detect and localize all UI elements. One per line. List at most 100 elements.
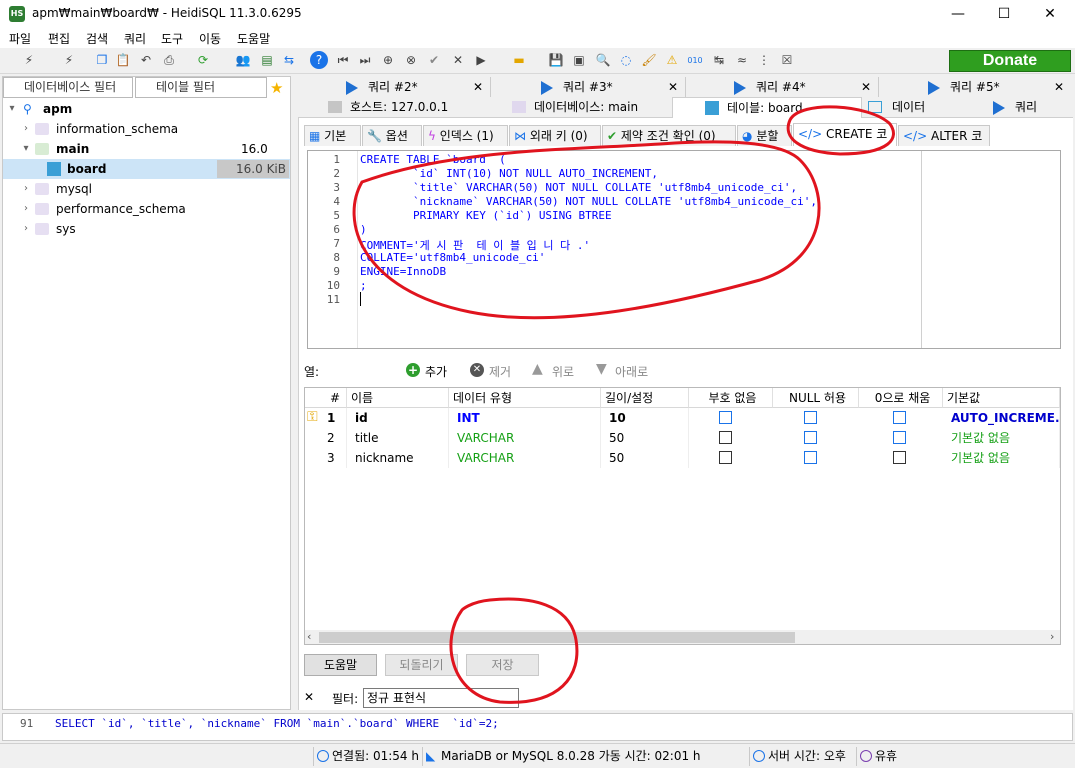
scroll-left-icon[interactable]: ‹ [307, 630, 311, 643]
find-icon[interactable]: 🔍 [594, 51, 612, 69]
tree-node-apm[interactable]: ▾ ⚲ apm [3, 99, 290, 119]
tab-query-3[interactable]: 쿼리 #3* ✕ [541, 77, 686, 98]
column-name[interactable]: id [351, 408, 449, 428]
menu-go[interactable]: 이동 [199, 30, 221, 47]
minimize-button[interactable]: — [935, 0, 981, 28]
unsigned-checkbox[interactable] [719, 411, 732, 424]
tab-query-2[interactable]: 쿼리 #2* ✕ [346, 77, 491, 98]
save-as-icon[interactable]: ▣ [570, 51, 588, 69]
column-type[interactable]: INT [453, 408, 601, 428]
wrap-icon[interactable]: ↹ [710, 51, 728, 69]
tab-check-constraints[interactable]: ✔ 제약 조건 확인 (0) [602, 125, 736, 146]
close-tab-icon[interactable]: ✕ [1054, 77, 1064, 98]
horizontal-scrollbar[interactable]: ‹ › [305, 630, 1060, 644]
cancel-icon[interactable]: ✕ [449, 51, 467, 69]
maximize-button[interactable]: ☐ [981, 0, 1027, 28]
column-default[interactable]: 기본값 없음 [947, 428, 1060, 448]
table-row[interactable]: 3 nickname VARCHAR 50 기본값 없음 [305, 448, 1060, 468]
tab-query-4[interactable]: 쿼리 #4* ✕ [734, 77, 879, 98]
tab-foreign-keys[interactable]: ⋈ 외래 키 (0) [509, 125, 601, 146]
zerofill-checkbox[interactable] [893, 411, 906, 424]
remove-icon[interactable]: ✕ [470, 363, 484, 377]
column-type[interactable]: VARCHAR [453, 428, 601, 448]
warning-icon[interactable]: ⚠ [663, 51, 681, 69]
discard-button[interactable]: 되돌리기 [385, 654, 458, 676]
tab-table[interactable]: 테이블: board [672, 97, 862, 118]
create-code-editor[interactable]: 1 2 3 4 5 6 7 8 9 10 11 CREATE TABLE `bo… [307, 150, 1061, 349]
users-icon[interactable]: 👥 [234, 51, 252, 69]
replace-icon[interactable]: ◌ [617, 51, 635, 69]
move-up-button[interactable]: 위로 [552, 363, 574, 380]
open-folder-icon[interactable]: ▬ [510, 51, 528, 69]
close-tab-icon[interactable]: ✕ [861, 77, 871, 98]
menu-tools[interactable]: 도구 [161, 30, 183, 47]
tab-alter-code[interactable]: </> ALTER 코드 [898, 125, 990, 164]
table-filter-input[interactable]: 테이블 필터 [135, 77, 267, 98]
column-default[interactable]: AUTO_INCREME... [947, 408, 1060, 428]
column-length[interactable]: 50 [605, 448, 689, 468]
zerofill-checkbox[interactable] [893, 431, 906, 444]
help-button[interactable]: 도움말 [304, 654, 377, 676]
column-header[interactable]: 기본값 [943, 388, 1060, 408]
first-icon[interactable]: ⏮ [334, 51, 352, 69]
database-filter-input[interactable]: 데이터베이스 필터 [3, 77, 133, 98]
add-column-button[interactable]: 추가 [425, 363, 447, 380]
menu-query[interactable]: 쿼리 [124, 30, 146, 47]
column-length[interactable]: 10 [605, 408, 689, 428]
close-tab-icon[interactable]: ✕ [668, 77, 678, 98]
tab-partitions[interactable]: ◕ 분할 [737, 125, 792, 146]
tab-options[interactable]: 🔧 옵션 [362, 125, 422, 146]
favorites-star-icon[interactable]: ★ [270, 79, 283, 97]
autocomplete-icon[interactable]: ≈ [733, 51, 751, 69]
tab-query-5[interactable]: 쿼리 #5* ✕ [928, 77, 1068, 98]
refresh-icon[interactable]: ⟳ [194, 51, 212, 69]
column-header[interactable]: 길이/설정 [601, 388, 689, 408]
collapse-arrow-icon[interactable]: › [21, 199, 31, 219]
tree-node-information-schema[interactable]: › information_schema [3, 119, 290, 139]
collapse-arrow-icon[interactable]: › [21, 179, 31, 199]
nullable-checkbox[interactable] [804, 431, 817, 444]
scrollbar-thumb[interactable] [319, 632, 795, 643]
column-type[interactable]: VARCHAR [453, 448, 601, 468]
save-icon[interactable]: 💾 [547, 51, 565, 69]
nullable-checkbox[interactable] [804, 451, 817, 464]
column-length[interactable]: 50 [605, 428, 689, 448]
undo-icon[interactable]: ↶ [137, 51, 155, 69]
scroll-right-icon[interactable]: › [1050, 630, 1054, 643]
column-header[interactable]: NULL 허용 [773, 388, 859, 408]
column-default[interactable]: 기본값 없음 [947, 448, 1060, 468]
collapse-arrow-icon[interactable]: › [21, 119, 31, 139]
column-header[interactable]: 이름 [347, 388, 449, 408]
last-icon[interactable]: ⏭ [356, 51, 374, 69]
column-name[interactable]: title [351, 428, 449, 448]
regex-filter-input[interactable]: 정규 표현식 [363, 688, 519, 708]
columns-grid[interactable]: # 이름 데이터 유형 길이/설정 부호 없음 NULL 허용 0으로 채움 기… [304, 387, 1061, 645]
export-icon[interactable]: ▤ [258, 51, 276, 69]
tab-create-code[interactable]: </> CREATE 코드 [793, 123, 897, 162]
menu-search[interactable]: 검색 [86, 30, 108, 47]
tree-node-mysql[interactable]: › mysql [3, 179, 290, 199]
nullable-checkbox[interactable] [804, 411, 817, 424]
disconnect-icon[interactable]: ⚡ [60, 51, 78, 69]
add-icon[interactable]: + [406, 363, 420, 377]
unsigned-checkbox[interactable] [719, 451, 732, 464]
zerofill-checkbox[interactable] [893, 451, 906, 464]
down-arrow-icon[interactable]: ▼ [596, 361, 607, 377]
column-header[interactable]: 데이터 유형 [449, 388, 601, 408]
tree-node-performance-schema[interactable]: › performance_schema [3, 199, 290, 219]
tab-basic[interactable]: ▦ 기본 [304, 125, 361, 146]
sql-log-panel[interactable]: 91 SELECT `id`, `title`, `nickname` FROM… [2, 713, 1073, 741]
close-window-button[interactable]: ✕ [1027, 0, 1073, 28]
collapse-arrow-icon[interactable]: › [21, 219, 31, 239]
menu-help[interactable]: 도움말 [237, 30, 270, 47]
connect-icon[interactable]: ⚡ [20, 51, 38, 69]
help-icon[interactable]: ? [310, 51, 328, 69]
move-down-button[interactable]: 아래로 [615, 363, 648, 380]
tree-node-main[interactable]: ▾ main 16.0 KiB [3, 139, 290, 176]
delete-icon[interactable]: ⊗ [402, 51, 420, 69]
column-name[interactable]: nickname [351, 448, 449, 468]
expand-arrow-icon[interactable]: ▾ [21, 139, 31, 159]
column-header[interactable]: # [305, 388, 347, 408]
apply-icon[interactable]: ✔ [425, 51, 443, 69]
close-tab-icon[interactable]: ☒ [778, 51, 796, 69]
